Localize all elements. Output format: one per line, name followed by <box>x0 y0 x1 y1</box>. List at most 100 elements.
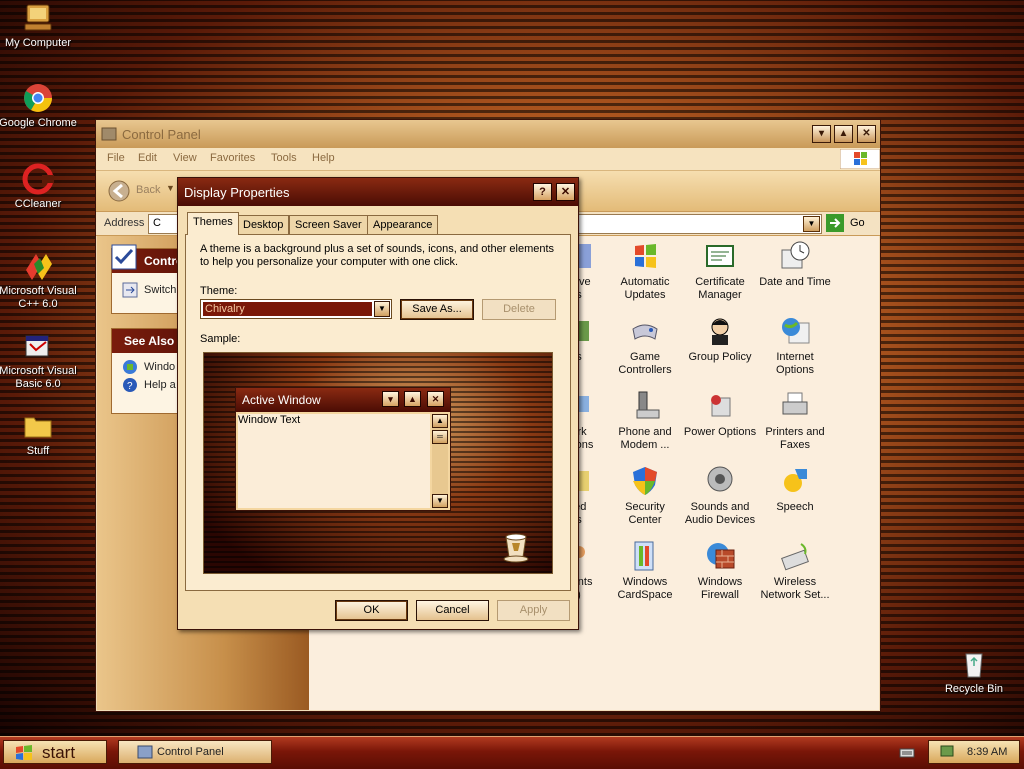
desktop-icon-label: Microsoft Visual C++ 6.0 <box>0 285 77 310</box>
cp-item-group-policy[interactable]: Group Policy <box>680 315 760 364</box>
item-label: Firewall <box>701 589 739 601</box>
close-button[interactable]: ✕ <box>857 125 876 143</box>
sample-window-body: Window Text <box>238 414 430 508</box>
windows-logo-icon <box>840 149 880 169</box>
system-tray: 8:39 AM <box>928 740 1020 764</box>
cp-item-automatic-updates[interactable]: Automatic Updates <box>605 240 685 302</box>
cup-icon <box>503 533 529 563</box>
visual-cpp-icon <box>26 254 52 280</box>
chevron-down-icon[interactable]: ▼ <box>166 183 175 193</box>
close-button[interactable]: ✕ <box>556 183 575 201</box>
menu-view[interactable]: View <box>173 152 197 164</box>
item-label: Automatic <box>620 276 670 288</box>
switch-view-icon <box>122 282 138 298</box>
desktop-icon-label: My Computer <box>4 37 72 49</box>
ok-button[interactable]: OK <box>335 600 408 621</box>
clock-icon <box>781 241 810 269</box>
theme-select[interactable]: Chivalry ▼ <box>200 299 392 319</box>
tab-desktop[interactable]: Desktop <box>237 215 290 234</box>
cp-item-date-time[interactable]: Date and Time <box>755 240 835 289</box>
address-label: Address <box>104 217 145 229</box>
delete-button[interactable]: Delete <box>482 299 556 320</box>
cp-item-phone-modem[interactable]: Phone and Modem ... <box>605 390 685 452</box>
cp-item-certificate-manager[interactable]: Certificate Manager <box>680 240 760 302</box>
shield-icon <box>633 467 657 495</box>
control-panel-checklist-icon <box>111 244 137 270</box>
item-label: Audio Devices <box>684 514 756 526</box>
help-button[interactable]: ? <box>533 183 552 201</box>
cp-item-windows-cardspace[interactable]: Windows CardSpace <box>605 540 685 602</box>
desktop-icon-visual-cpp[interactable]: Microsoft Visual C++ 6.0 <box>0 250 80 311</box>
item-label: Windows <box>622 576 668 588</box>
network-tray-icon[interactable] <box>939 744 955 760</box>
desktop-icon-recycle-bin[interactable]: Recycle Bin <box>932 648 1016 696</box>
tab-themes[interactable]: Themes <box>187 212 239 235</box>
item-label: Phone and <box>618 426 672 438</box>
cp-item-internet-options[interactable]: Internet Options <box>755 315 835 377</box>
certificate-icon <box>706 245 734 267</box>
theme-description: A theme is a background plus a set of so… <box>200 243 555 268</box>
item-label: Modem ... <box>620 439 670 451</box>
ccleaner-icon <box>22 163 54 195</box>
sample-window-text: Window Text <box>238 414 301 426</box>
clock[interactable]: 8:39 AM <box>967 746 1007 758</box>
item-label: Manager <box>698 289 742 301</box>
menu-file[interactable]: File <box>107 152 125 164</box>
desktop-icon-visual-basic[interactable]: Microsoft Visual Basic 6.0 <box>0 330 80 391</box>
menu-edit[interactable]: Edit <box>138 152 157 164</box>
desktop-icon-ccleaner[interactable]: CCleaner <box>0 163 80 211</box>
menu-help[interactable]: Help <box>312 152 335 164</box>
cancel-button[interactable]: Cancel <box>416 600 489 621</box>
cp-item-security-center[interactable]: Security Center <box>605 465 685 527</box>
desktop-icon-my-computer[interactable]: My Computer <box>0 2 80 50</box>
sample-label: Sample: <box>200 333 241 345</box>
gamepad-icon <box>632 324 658 340</box>
desktop-icon-chrome[interactable]: Google Chrome <box>0 82 80 130</box>
menu-tools[interactable]: Tools <box>271 152 297 164</box>
save-as-button[interactable]: Save As... <box>400 299 474 320</box>
printer-icon <box>782 392 808 415</box>
cp-item-speech[interactable]: Speech <box>755 465 835 514</box>
back-arrow-icon[interactable] <box>108 180 130 202</box>
window-title: Control Panel <box>122 127 201 142</box>
cp-item-wireless-network[interactable]: Wireless Network Set... <box>755 540 835 602</box>
display-properties-dialog: Display Properties ? ✕ Themes Desktop Sc… <box>177 177 579 630</box>
control-panel-titlebar[interactable]: Control Panel ▾ ▲ ✕ <box>96 120 880 148</box>
sample-scrollbar: ▲ ═ ▼ <box>432 414 448 508</box>
desktop-icon-label: CCleaner <box>14 198 62 210</box>
tab-appearance[interactable]: Appearance <box>367 215 439 234</box>
desktop-icon-stuff[interactable]: Stuff <box>0 410 80 458</box>
dialog-title: Display Properties <box>184 185 290 200</box>
item-label: Game <box>630 351 660 363</box>
scroll-thumb-icon: ═ <box>432 430 448 444</box>
dialog-titlebar[interactable]: Display Properties ? ✕ <box>178 178 578 206</box>
cp-item-sounds-audio[interactable]: Sounds and Audio Devices <box>680 465 760 527</box>
speech-icon <box>784 469 807 492</box>
desktop: My Computer Google Chrome CCleaner Micro… <box>0 0 1024 736</box>
back-button-label[interactable]: Back <box>136 184 160 196</box>
keyboard-icon[interactable] <box>899 747 915 759</box>
apply-button[interactable]: Apply <box>497 600 570 621</box>
chevron-down-icon[interactable]: ▼ <box>374 301 390 317</box>
cp-item-game-controllers[interactable]: Game Controllers <box>605 315 685 377</box>
item-label: Wireless <box>773 576 817 588</box>
address-dropdown-icon[interactable]: ▼ <box>803 216 820 232</box>
minimize-button[interactable]: ▾ <box>812 125 831 143</box>
start-button[interactable]: start <box>3 740 107 764</box>
cp-item-printers-faxes[interactable]: Printers and Faxes <box>755 390 835 452</box>
windows-update-icon <box>123 360 137 374</box>
go-button-label[interactable]: Go <box>850 217 865 229</box>
taskbar-button-label: Control Panel <box>157 746 224 758</box>
go-arrow-icon[interactable] <box>826 214 844 232</box>
item-label: Speech <box>776 501 814 513</box>
sample-window-title: Active Window <box>242 393 321 407</box>
cp-item-power-options[interactable]: Power Options <box>680 390 760 439</box>
cp-item-windows-firewall[interactable]: Windows Firewall <box>680 540 760 602</box>
maximize-button[interactable]: ▲ <box>834 125 853 143</box>
phone-icon <box>636 391 660 419</box>
item-label: CardSpace <box>617 589 673 601</box>
menu-favorites[interactable]: Favorites <box>210 152 255 164</box>
tab-screen-saver[interactable]: Screen Saver <box>289 215 368 234</box>
see-also-label: Windo <box>144 361 176 373</box>
taskbar-button-control-panel[interactable]: Control Panel <box>118 740 272 764</box>
